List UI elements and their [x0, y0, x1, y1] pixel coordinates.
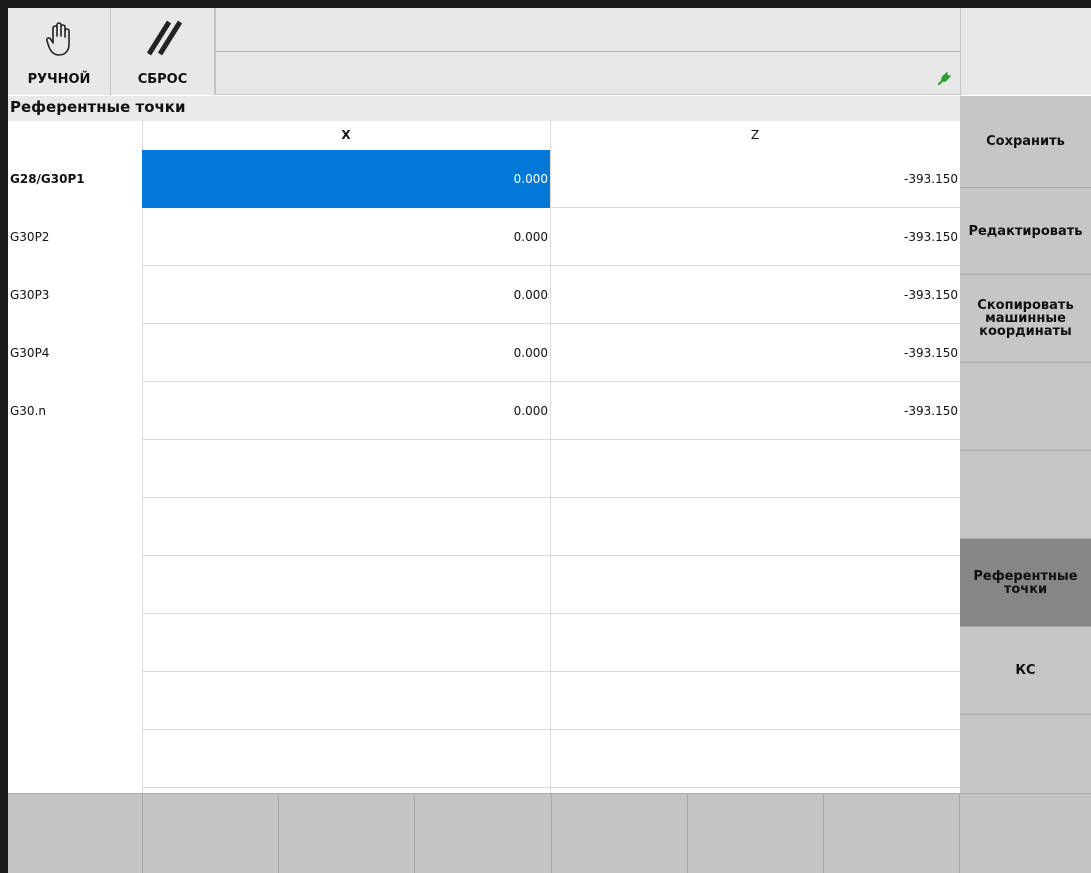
page-title: Референтные точки [8, 96, 960, 121]
cell-x[interactable]: 0.000 [142, 150, 550, 208]
column-header-x: X [341, 128, 351, 142]
row-label: G30P4 [10, 346, 50, 360]
empty-softkey[interactable] [960, 363, 1091, 451]
top-bar: РУЧНОЙ СБРОС [8, 8, 960, 95]
cell-x[interactable]: 0.000 [143, 324, 550, 382]
bottom-softkey-1[interactable] [8, 794, 143, 873]
empty-cell [551, 556, 960, 614]
empty-cell [551, 614, 960, 672]
empty-softkey[interactable] [960, 451, 1091, 539]
empty-cell [551, 672, 960, 730]
row-label: G30P3 [10, 288, 50, 302]
bottom-softkey-8[interactable] [960, 794, 1091, 873]
empty-cell [143, 672, 550, 730]
row-label: G30P2 [10, 230, 50, 244]
mode-manual-button[interactable]: РУЧНОЙ [8, 8, 111, 95]
cell-x[interactable]: 0.000 [143, 208, 550, 266]
row-label: G30.n [10, 404, 46, 418]
empty-softkey[interactable] [960, 715, 1091, 793]
reference-points-table: X Z G28/G30P1 0.000 -393.150 G30P2 0.000… [8, 121, 960, 793]
bottom-softkey-7[interactable] [824, 794, 960, 873]
hand-icon [46, 22, 70, 56]
reference-points-softkey[interactable]: Референтные точки [960, 539, 1091, 627]
copy-machine-coords-softkey[interactable]: Скопировать машинные координаты [960, 275, 1091, 363]
cell-z[interactable]: -393.150 [551, 382, 960, 440]
horizontal-softkeys [8, 793, 1091, 873]
message-area [215, 8, 960, 95]
vertical-softkeys: Сохранить Редактировать Скопировать маши… [960, 96, 1091, 793]
connection-plug-icon [938, 72, 951, 85]
empty-cell [143, 498, 550, 556]
save-softkey[interactable]: Сохранить [960, 96, 1091, 188]
bottom-softkey-5[interactable] [552, 794, 688, 873]
empty-cell [143, 556, 550, 614]
cell-x[interactable]: 0.000 [143, 382, 550, 440]
empty-cell [551, 730, 960, 788]
cell-z[interactable]: -393.150 [551, 324, 960, 382]
empty-cell [551, 440, 960, 498]
cell-z[interactable]: -393.150 [551, 266, 960, 324]
bottom-softkey-6[interactable] [688, 794, 824, 873]
bottom-softkey-2[interactable] [143, 794, 279, 873]
reset-label: СБРОС [137, 72, 188, 87]
reset-button[interactable]: СБРОС [111, 8, 215, 95]
cell-x[interactable]: 0.000 [143, 266, 550, 324]
empty-cell [551, 498, 960, 556]
mode-manual-label: РУЧНОЙ [27, 72, 91, 87]
edit-softkey[interactable]: Редактировать [960, 188, 1091, 275]
reset-slashes-icon [146, 20, 183, 56]
cs-softkey[interactable]: КС [960, 627, 1091, 715]
empty-cell [143, 730, 550, 788]
top-right-panel [960, 8, 1091, 95]
cell-z[interactable]: -393.150 [551, 208, 960, 266]
empty-cell [143, 614, 550, 672]
column-header-z: Z [750, 128, 760, 142]
message-divider [216, 51, 960, 52]
bottom-softkey-3[interactable] [279, 794, 415, 873]
empty-cell [143, 440, 550, 498]
app-frame: РУЧНОЙ СБРОС Референтные точки X Z G28/G… [8, 8, 1091, 873]
bottom-softkey-4[interactable] [415, 794, 552, 873]
cell-z[interactable]: -393.150 [551, 150, 960, 208]
row-label: G28/G30P1 [10, 172, 85, 186]
